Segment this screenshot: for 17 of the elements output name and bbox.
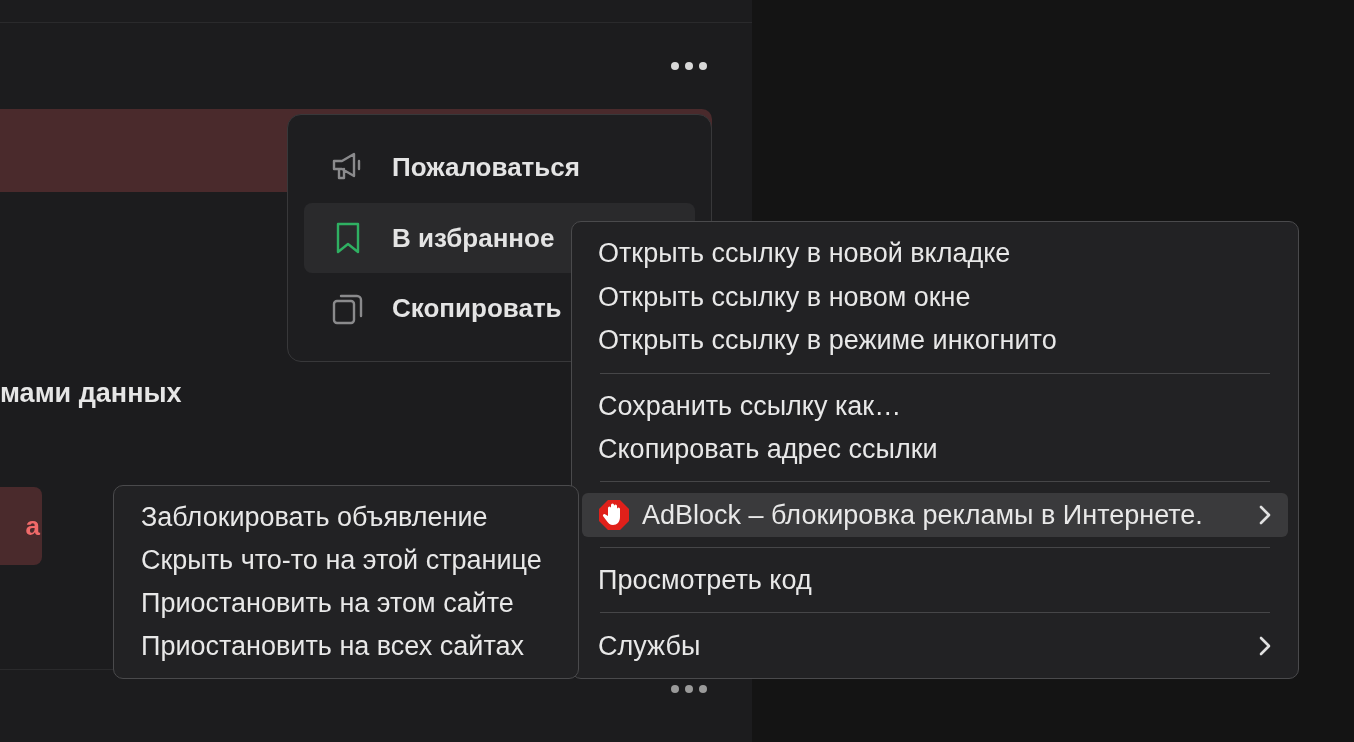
menu-item[interactable]: Службы: [582, 624, 1288, 668]
menu-item[interactable]: Приостановить на всех сайтах: [124, 625, 568, 668]
stop-hand-icon: [598, 499, 630, 532]
menu-item[interactable]: Скрыть что-то на этой странице: [124, 539, 568, 582]
menu-item[interactable]: Пожаловаться: [304, 132, 695, 203]
menu-item[interactable]: Скопировать адрес ссылки: [582, 428, 1288, 472]
menu-item[interactable]: Открыть ссылку в новом окне: [582, 275, 1288, 319]
menu-item[interactable]: Заблокировать объявление: [124, 496, 568, 539]
menu-item[interactable]: Сохранить ссылку как…: [582, 384, 1288, 428]
menu-item[interactable]: Просмотреть код: [582, 558, 1288, 603]
section-heading: мами данных: [0, 378, 182, 409]
menu-item[interactable]: Открыть ссылку в режиме инкогнито: [582, 319, 1288, 363]
more-options-icon[interactable]: [670, 61, 708, 71]
more-options-icon[interactable]: [670, 684, 708, 694]
action-button[interactable]: а: [0, 487, 42, 565]
menu-item[interactable]: Приостановить на этом сайте: [124, 582, 568, 625]
menu-item[interactable]: AdBlock – блокировка рекламы в Интернете.: [582, 493, 1288, 537]
